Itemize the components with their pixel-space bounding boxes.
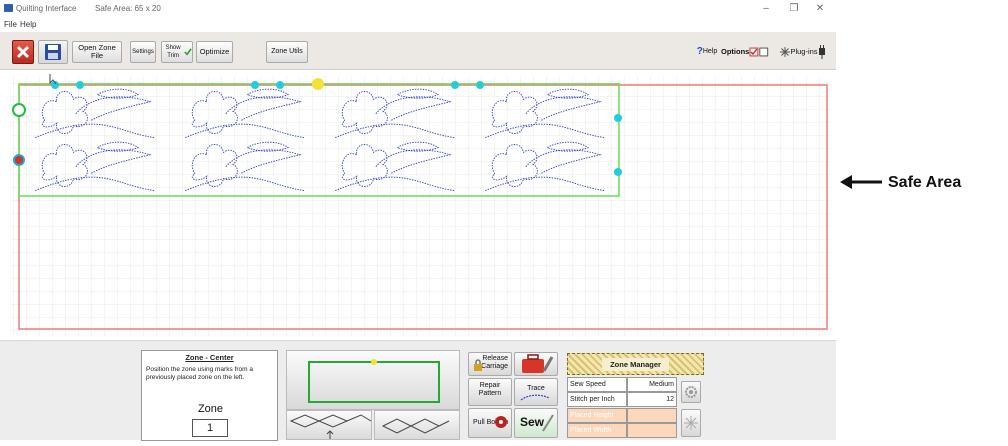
zone-center-panel: Zone - Center Position the zone using ma… [141,350,278,441]
trace-label: Trace [527,385,545,392]
title-bar: Quilting Interface Safe Area: 65 x 20 – … [0,0,836,18]
stitch-per-inch-label: Stitch per Inch [567,392,627,407]
zone-handle[interactable] [451,81,459,89]
align-right-zone-button[interactable] [374,410,460,440]
zone-handle[interactable] [614,114,622,122]
placed-height-value [627,408,677,423]
safe-area-title: Safe Area: 65 x 20 [95,4,161,13]
show-trim-label: Show Trim [165,45,181,59]
show-trim-button[interactable]: Show Trim [161,41,193,63]
diamond-chain-icon [381,418,450,434]
open-zone-file-button[interactable]: Open Zone File [72,41,122,63]
placed-height-label: Placed Height [567,408,627,423]
safe-area-annotation: Safe Area [836,168,1008,198]
save-button[interactable] [38,40,68,64]
settings-button[interactable]: Settings [130,41,156,63]
floppy-disk-icon [45,44,61,60]
quilting-window: Quilting Interface Safe Area: 65 x 20 – … [0,0,836,441]
toolbar: Open Zone File Settings Show Trim Optimi… [0,32,836,70]
menu-help[interactable]: Help [20,20,36,29]
sew-speed-label: Sew Speed [567,377,627,392]
zone-center-title: Zone - Center [185,353,234,362]
repair-pattern-button[interactable]: Repair Pattern [468,378,512,406]
help-label: Help [702,48,718,55]
zone-utils-button[interactable]: Zone Utils [266,41,308,63]
placed-width-label: Placed Width [567,423,627,438]
zone-handle-active[interactable] [312,78,324,90]
stitch-per-inch-value[interactable]: 12 [627,392,677,407]
zone-handle[interactable] [276,81,284,89]
plugins-label: Plug-ins [790,47,818,56]
gear-settings-button[interactable] [681,381,701,403]
snowflake-icon [684,416,698,430]
exit-button[interactable] [12,40,34,64]
help-button[interactable]: ? Help [694,41,720,63]
zone-handle[interactable] [614,168,622,176]
zone-manager-header: Zone Manager [567,353,704,375]
options-label: Options [721,47,750,56]
plug-icon [818,45,825,59]
app-icon [4,4,13,12]
plugins-button[interactable]: Plug-ins [776,41,830,63]
zone-handle[interactable] [76,81,84,89]
release-carriage-button[interactable]: Release Carriage [468,352,512,376]
checkbox-toggle-icon [749,47,769,57]
optimize-button[interactable]: Optimize [196,41,233,63]
repair-pattern-label: Repair Pattern [478,382,502,397]
sew-speed-value[interactable]: Medium [627,377,677,392]
pull-bobbin-button[interactable]: Pull Bobbin [468,408,512,438]
zone-center-description: Position the zone using marks from a pre… [146,366,253,381]
zone-number-field[interactable]: 1 [192,419,228,437]
toolbox-icon [522,354,554,373]
release-carriage-label: Release Carriage [481,355,508,370]
bobbin-icon [495,416,507,428]
sewing-canvas[interactable] [0,70,836,340]
settings-label: Settings [132,49,154,55]
zone-handle[interactable] [476,81,484,89]
snowflake-button[interactable] [681,409,701,437]
toolbox-button[interactable] [514,352,558,376]
start-point-marker[interactable] [12,103,26,117]
canvas-svg[interactable] [0,70,836,340]
control-panel: Zone - Center Position the zone using ma… [0,340,836,441]
zone-manager-panel: Zone Manager Sew Speed Medium Stitch per… [567,353,704,439]
zone-handle[interactable] [251,81,259,89]
zone-label: Zone [197,403,224,415]
placed-width-value [627,423,677,438]
options-button[interactable]: Options [721,41,769,63]
zone-preview-graphic [308,359,440,403]
menu-bar: File Help [0,18,836,32]
end-point-marker[interactable] [13,154,25,166]
align-left-zone-button[interactable] [286,410,372,440]
trace-button[interactable]: Trace [514,378,558,406]
padlock-icon [474,359,482,371]
restore-button[interactable]: ❐ [781,2,807,16]
menu-file[interactable]: File [4,20,17,29]
app-title: Quilting Interface [16,4,77,13]
needle-icon [542,414,554,432]
sparkle-icon [780,47,791,57]
window-close-button[interactable]: ✕ [807,2,833,16]
zone-preview-button[interactable] [286,350,460,410]
trace-arrow-icon [520,394,550,401]
close-x-icon [16,45,30,59]
checkmark-icon [184,48,192,56]
gear-icon [685,386,697,398]
safe-area-annotation-label: Safe Area [888,174,962,191]
sew-button[interactable]: Sew [514,408,558,438]
minimize-button[interactable]: – [753,2,779,16]
arrow-left-icon [840,175,882,189]
diamond-chain-icon [289,414,372,439]
zone-manager-title: Zone Manager [602,357,669,371]
